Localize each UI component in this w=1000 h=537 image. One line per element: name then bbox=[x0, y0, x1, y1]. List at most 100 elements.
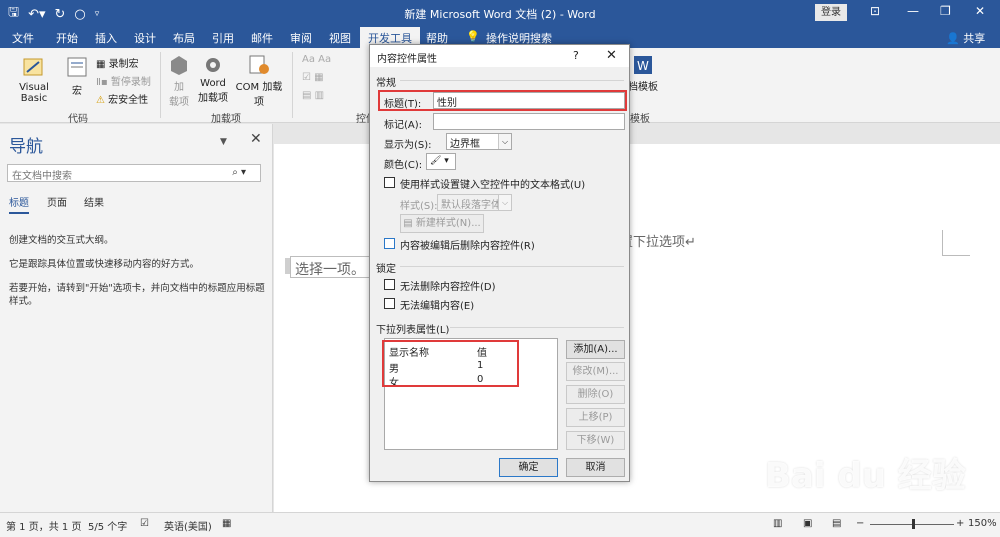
gear-icon bbox=[206, 58, 220, 72]
content-control-properties-dialog: 内容控件属性 ? ✕ 常规 标题(T): 性别 标记(A): 显示为(S): 边… bbox=[369, 44, 630, 482]
ok-button[interactable]: 确定 bbox=[499, 458, 558, 477]
com-add-ins-icon bbox=[249, 55, 269, 74]
read-mode-icon[interactable]: ▥ bbox=[773, 518, 782, 529]
new-style-label: 新建样式(N)... bbox=[415, 218, 481, 229]
add-ins-icon bbox=[171, 56, 187, 75]
print-layout-icon[interactable]: ▣ bbox=[803, 518, 812, 529]
page-margin-mark bbox=[942, 230, 970, 256]
move-up-button[interactable]: 上移(P) bbox=[566, 408, 625, 427]
nav-search-input[interactable]: 在文档中搜索 ⌕ ▾ bbox=[7, 164, 261, 182]
page-count[interactable]: 第 1 页，共 1 页 bbox=[6, 518, 81, 533]
nav-close-icon[interactable]: ✕ bbox=[250, 131, 262, 147]
macros-label: 宏 bbox=[72, 86, 82, 97]
use-style-checkbox[interactable] bbox=[384, 177, 395, 188]
content-control-dropdown[interactable]: 选择一项。 bbox=[290, 256, 370, 278]
section-divider bbox=[400, 266, 624, 267]
dialog-title-bar: 内容控件属性 ? ✕ bbox=[370, 45, 629, 67]
tab-references[interactable]: 引用 bbox=[212, 30, 234, 46]
section-divider bbox=[450, 327, 624, 328]
tab-mailings[interactable]: 邮件 bbox=[251, 30, 273, 46]
remove-when-edited-checkbox[interactable] bbox=[384, 238, 395, 249]
status-bar: 第 1 页，共 1 页 5/5 个字 ☑ 英语(美国) ▦ ▥ ▣ ▤ − + … bbox=[0, 512, 1000, 537]
window-title: 新建 Microsoft Word 文档 (2) - Word bbox=[404, 8, 596, 21]
section-divider bbox=[400, 80, 624, 81]
com-add-ins-button[interactable]: COM 加载项 bbox=[231, 54, 287, 108]
help-button[interactable]: ? bbox=[573, 49, 579, 62]
visual-basic-button[interactable]: Visual Basic bbox=[6, 54, 62, 104]
highlight-list bbox=[382, 340, 519, 387]
section-dropdown-properties: 下拉列表属性(L) bbox=[376, 325, 450, 336]
tab-view[interactable]: 视图 bbox=[329, 30, 351, 46]
cannot-edit-checkbox[interactable] bbox=[384, 298, 395, 309]
baidu-watermark: Bai du 经验 bbox=[765, 456, 966, 496]
word-add-ins-button[interactable]: Word 加载项 bbox=[196, 54, 230, 104]
person-icon: 👤 bbox=[946, 32, 964, 45]
control-aa-icon[interactable]: Aa Aa bbox=[302, 54, 331, 65]
document-template-label: 档模板 bbox=[628, 82, 658, 93]
nav-tab-results[interactable]: 结果 bbox=[84, 194, 104, 209]
new-style-icon: ▤ bbox=[403, 218, 416, 229]
pause-icon: Ⅱ▪ bbox=[96, 77, 111, 88]
control-checkbox-icon[interactable]: ☑ ▦ bbox=[302, 72, 324, 83]
svg-text:W: W bbox=[637, 59, 649, 73]
tab-home[interactable]: 开始 bbox=[56, 30, 78, 46]
login-button[interactable]: 登录 bbox=[815, 4, 847, 21]
show-as-value: 边界框 bbox=[450, 139, 480, 150]
zoom-in-icon[interactable]: + bbox=[956, 518, 964, 529]
share-button[interactable]: 👤 共享 bbox=[946, 30, 985, 46]
proofing-icon[interactable]: ☑ bbox=[140, 518, 149, 529]
delete-button[interactable]: 删除(O) bbox=[566, 385, 625, 404]
tab-insert[interactable]: 插入 bbox=[95, 30, 117, 46]
lightbulb-icon: 💡 bbox=[466, 30, 480, 43]
restore-icon[interactable]: ❐ bbox=[940, 4, 951, 18]
record-macro-label: 录制宏 bbox=[108, 59, 139, 70]
cancel-button[interactable]: 取消 bbox=[566, 458, 625, 477]
pause-recording-button[interactable]: Ⅱ▪ 暂停录制 bbox=[96, 73, 151, 88]
add-ins-button[interactable]: 加载项 bbox=[166, 54, 192, 108]
nav-tab-pages[interactable]: 页面 bbox=[47, 194, 67, 209]
tab-review[interactable]: 审阅 bbox=[290, 30, 312, 46]
tag-input[interactable] bbox=[433, 113, 625, 130]
dialog-title: 内容控件属性 bbox=[377, 54, 437, 65]
minimize-icon[interactable]: — bbox=[907, 4, 919, 18]
use-style-label: 使用样式设置键入空控件中的文本格式(U) bbox=[400, 180, 586, 191]
macro-record-icon[interactable]: ▦ bbox=[222, 518, 231, 529]
cannot-delete-checkbox[interactable] bbox=[384, 279, 395, 290]
search-icon[interactable]: ⌕ ▾ bbox=[232, 167, 246, 178]
modify-button[interactable]: 修改(M)... bbox=[566, 362, 625, 381]
section-locking: 锁定 bbox=[376, 264, 396, 275]
tab-file[interactable]: 文件 bbox=[12, 30, 34, 46]
record-macro-button[interactable]: ▦ 录制宏 bbox=[96, 55, 139, 70]
nav-options-icon[interactable]: ▼ bbox=[220, 137, 227, 147]
control-picture-icon[interactable]: ▤ ▥ bbox=[302, 90, 324, 101]
nav-tab-headings[interactable]: 标题 bbox=[9, 194, 29, 214]
language[interactable]: 英语(美国) bbox=[164, 518, 212, 533]
word-count[interactable]: 5/5 个字 bbox=[88, 518, 127, 533]
add-button[interactable]: 添加(A)... bbox=[566, 340, 625, 359]
zoom-out-icon[interactable]: − bbox=[856, 518, 864, 529]
new-style-button[interactable]: ▤ 新建样式(N)... bbox=[400, 214, 484, 233]
remove-when-edited-label: 内容被编辑后删除内容控件(R) bbox=[400, 241, 535, 252]
zoom-level[interactable]: 150% bbox=[968, 518, 997, 529]
tab-layout[interactable]: 布局 bbox=[173, 30, 195, 46]
dialog-close-icon[interactable]: ✕ bbox=[606, 48, 617, 63]
baidu-watermark-url: jingyan.baidu.com bbox=[795, 491, 897, 504]
document-text: 置下拉选项↵ bbox=[620, 235, 696, 250]
web-layout-icon[interactable]: ▤ bbox=[832, 518, 841, 529]
show-as-select[interactable]: 边界框 ⌵ bbox=[446, 133, 512, 150]
zoom-slider-thumb[interactable] bbox=[912, 519, 915, 529]
style-select[interactable]: 默认段落字体 ⌵ bbox=[437, 194, 512, 211]
tab-design[interactable]: 设计 bbox=[134, 30, 156, 46]
close-icon[interactable]: ✕ bbox=[975, 4, 985, 18]
color-picker-button[interactable]: 🖌 ▾ bbox=[426, 153, 456, 170]
document-template-button[interactable]: W 档模板 bbox=[628, 54, 658, 93]
title-bar: 🖫 ↶▾ ↻ ○ ▿ 新建 Microsoft Word 文档 (2) - Wo… bbox=[0, 0, 1000, 26]
move-down-button[interactable]: 下移(W) bbox=[566, 431, 625, 450]
ribbon-separator bbox=[160, 52, 161, 118]
visual-basic-icon bbox=[23, 58, 43, 76]
macro-security-button[interactable]: ⚠ 宏安全性 bbox=[96, 91, 148, 106]
macros-button[interactable]: 宏 bbox=[64, 54, 90, 97]
ribbon-display-icon[interactable]: ⊡ bbox=[870, 4, 880, 18]
style-label: 样式(S): bbox=[400, 201, 438, 212]
show-as-label: 显示为(S): bbox=[384, 140, 432, 151]
